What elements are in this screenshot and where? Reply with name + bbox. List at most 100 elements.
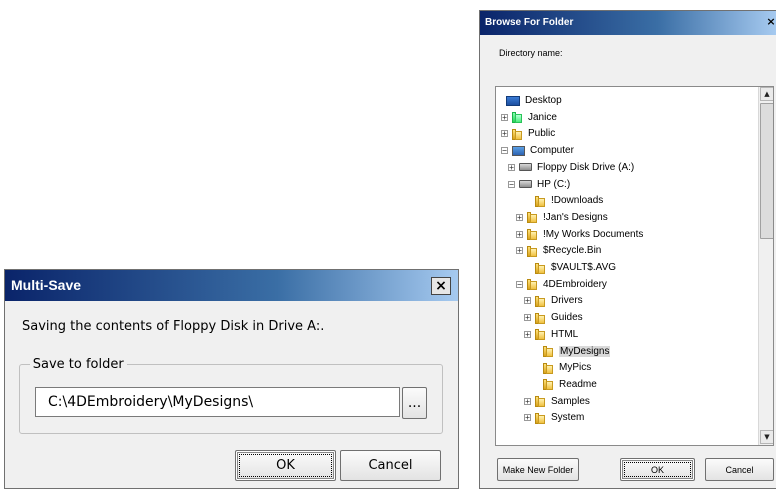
tree-item-label: Samples [551, 395, 590, 407]
folder-icon [527, 211, 537, 224]
folder-icon [535, 295, 545, 307]
user-folder-icon [512, 111, 522, 124]
expand-icon[interactable]: + [501, 113, 508, 121]
scroll-down-arrow-icon[interactable]: ▼ [760, 430, 773, 444]
expand-icon[interactable]: + [501, 130, 508, 138]
tree-item[interactable]: !Downloads [524, 192, 603, 209]
folder-tree[interactable]: ▲ ▼ Desktop + Janice + Public − Computer + Flopp… [495, 86, 774, 446]
ok-button-label: OK [276, 458, 295, 473]
browse-cancel-label: Cancel [725, 464, 754, 475]
folder-icon [543, 378, 553, 391]
multi-save-dialog: Multi-Save × Saving the contents of Flop… [4, 269, 459, 489]
multi-save-message: Saving the contents of Floppy Disk in Dr… [22, 319, 325, 334]
expand-icon[interactable]: + [508, 163, 515, 171]
tree-item-label: Drivers [551, 295, 583, 307]
folder-icon [535, 195, 545, 207]
browse-button[interactable]: ... [402, 387, 427, 419]
tree-item[interactable]: + HTML [524, 326, 578, 343]
expand-icon[interactable]: + [516, 230, 523, 238]
tree-item[interactable]: + !Jan's Designs [516, 209, 608, 226]
tree-item[interactable]: Readme [532, 376, 597, 393]
directory-name-label: Directory name: [499, 48, 563, 58]
tree-item[interactable]: + Samples [524, 393, 590, 410]
expand-icon[interactable]: + [524, 397, 531, 405]
scroll-thumb[interactable] [760, 103, 773, 239]
tree-item-label: MyPics [559, 362, 592, 374]
browse-ok-button[interactable]: OK [620, 458, 695, 481]
computer-icon [512, 145, 525, 156]
tree-item[interactable]: $VAULT$.AVG [524, 259, 616, 276]
expand-icon[interactable]: + [524, 414, 531, 422]
multi-save-title: Multi-Save [11, 277, 82, 293]
browse-cancel-button[interactable]: Cancel [705, 458, 774, 481]
tree-item-label: Public [528, 128, 556, 140]
tree-item[interactable]: Desktop [506, 92, 562, 109]
ellipsis-icon: ... [407, 395, 422, 411]
tree-item[interactable]: − 4DEmbroidery [516, 276, 607, 293]
tree-item-label: MyDesigns [559, 345, 611, 357]
tree-item[interactable]: − HP (C:) [508, 176, 570, 193]
tree-item-label: !Downloads [551, 195, 604, 207]
scroll-up-arrow-icon[interactable]: ▲ [760, 87, 773, 101]
tree-item-label: $Recycle.Bin [543, 245, 602, 257]
cancel-button-label: Cancel [368, 458, 413, 473]
expand-icon[interactable]: + [516, 247, 523, 255]
browse-for-folder-dialog: Browse For Folder × Directory name: ▲ ▼ … [479, 10, 776, 489]
tree-item[interactable]: + Janice [501, 109, 557, 126]
browse-title-bar[interactable]: Browse For Folder [480, 11, 776, 35]
tree-item[interactable]: MyDesigns [532, 343, 611, 360]
tree-item-label: HP (C:) [537, 178, 571, 190]
folder-icon [535, 328, 545, 341]
make-new-folder-label: Make New Folder [502, 464, 574, 475]
folder-icon [527, 278, 537, 291]
expand-icon[interactable]: + [516, 213, 523, 221]
hard-drive-icon [519, 180, 532, 188]
tree-item-label: System [551, 412, 585, 424]
tree-item-label: Janice [528, 111, 557, 123]
tree-item-label: Guides [551, 312, 583, 324]
save-to-folder-label: Save to folder [32, 357, 124, 372]
expand-icon[interactable]: + [524, 330, 531, 338]
tree-item-label: Floppy Disk Drive (A:) [537, 161, 635, 173]
collapse-icon[interactable]: − [508, 180, 515, 188]
tree-item-label: !My Works Documents [543, 228, 644, 240]
folder-path-input[interactable]: C:\4DEmbroidery\MyDesigns\ [35, 387, 400, 417]
folder-icon [543, 362, 553, 374]
folder-icon [535, 312, 545, 324]
cancel-button[interactable]: Cancel [340, 450, 441, 481]
folder-icon [527, 245, 537, 257]
tree-item[interactable]: MyPics [532, 359, 591, 376]
folder-icon [543, 345, 553, 357]
tree-item-label: HTML [551, 328, 579, 340]
make-new-folder-button[interactable]: Make New Folder [497, 458, 579, 481]
close-button[interactable]: × [431, 277, 451, 295]
browse-ok-label: OK [650, 464, 664, 475]
close-icon: × [766, 15, 776, 28]
expand-icon[interactable]: + [524, 297, 531, 305]
tree-item-label: Desktop [525, 95, 562, 106]
tree-item[interactable]: + Drivers [524, 292, 583, 309]
tree-item-label: $VAULT$.AVG [551, 262, 617, 273]
tree-item-label: 4DEmbroidery [543, 278, 607, 290]
tree-item[interactable]: + !My Works Documents [516, 226, 643, 243]
tree-item[interactable]: + Guides [524, 309, 583, 326]
tree-item-label: Readme [559, 378, 597, 390]
folder-icon [512, 128, 522, 140]
collapse-icon[interactable]: − [501, 147, 508, 155]
close-icon: × [435, 278, 447, 294]
tree-item[interactable]: + Floppy Disk Drive (A:) [508, 159, 634, 176]
tree-item[interactable]: + Public [501, 125, 555, 142]
tree-scrollbar[interactable]: ▲ ▼ [758, 87, 773, 445]
tree-item[interactable]: + System [524, 409, 584, 426]
browse-close-button[interactable]: × [765, 15, 776, 31]
tree-item[interactable]: + $Recycle.Bin [516, 242, 601, 259]
collapse-icon[interactable]: − [516, 280, 523, 288]
tree-item[interactable]: − Computer [501, 142, 574, 159]
expand-icon[interactable]: + [524, 314, 531, 322]
folder-icon [535, 262, 545, 274]
multi-save-title-bar[interactable]: Multi-Save [5, 270, 458, 301]
browse-title: Browse For Folder [485, 17, 574, 28]
tree-item-label: !Jan's Designs [543, 211, 608, 223]
ok-button[interactable]: OK [235, 450, 336, 481]
floppy-drive-icon [519, 163, 532, 172]
